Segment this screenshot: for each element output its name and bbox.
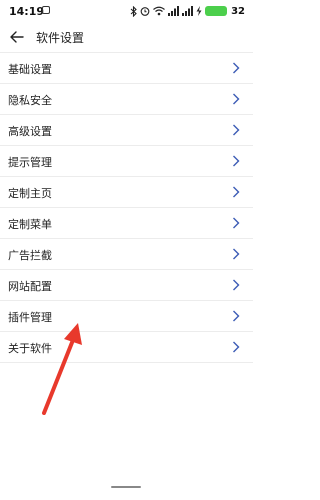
chevron-right-icon [233, 155, 240, 167]
notification-icon [42, 6, 50, 14]
charging-icon [196, 6, 202, 16]
menu-item-privacy-security[interactable]: 隐私安全 [0, 84, 253, 115]
chevron-right-icon [233, 62, 240, 74]
menu-item-about[interactable]: 关于软件 [0, 332, 253, 363]
menu-item-custom-menu[interactable]: 定制菜单 [0, 208, 253, 239]
menu-item-basic-settings[interactable]: 基础设置 [0, 53, 253, 84]
status-bar: 14:19 32 [0, 0, 253, 24]
menu-item-label: 基础设置 [8, 63, 52, 76]
battery-level: 32 [231, 5, 245, 17]
chevron-right-icon [233, 279, 240, 291]
battery-icon [205, 6, 228, 16]
signal-icon-2 [182, 6, 194, 16]
settings-menu: 基础设置 隐私安全 高级设置 提示管理 定制主页 定制菜单 广告拦截 网站配置 … [0, 52, 253, 363]
alarm-icon [140, 7, 150, 16]
chevron-right-icon [233, 310, 240, 322]
menu-item-label: 广告拦截 [8, 249, 52, 262]
menu-item-label: 高级设置 [8, 125, 52, 138]
page-title: 软件设置 [36, 31, 85, 45]
menu-item-label: 网站配置 [8, 280, 52, 293]
menu-item-prompt-management[interactable]: 提示管理 [0, 146, 253, 177]
annotation-arrow-icon [42, 323, 82, 415]
home-indicator[interactable] [111, 486, 141, 488]
menu-item-label: 隐私安全 [8, 94, 52, 107]
menu-item-ad-blocking[interactable]: 广告拦截 [0, 239, 253, 270]
status-time: 14:19 [9, 5, 45, 18]
menu-item-label: 提示管理 [8, 156, 52, 169]
chevron-right-icon [233, 248, 240, 260]
chevron-right-icon [233, 93, 240, 105]
back-button[interactable] [8, 28, 26, 46]
chevron-right-icon [233, 186, 240, 198]
chevron-right-icon [233, 124, 240, 136]
menu-item-advanced-settings[interactable]: 高级设置 [0, 115, 253, 146]
menu-item-label: 定制主页 [8, 187, 52, 200]
menu-item-custom-homepage[interactable]: 定制主页 [0, 177, 253, 208]
menu-item-site-config[interactable]: 网站配置 [0, 270, 253, 301]
title-bar: 软件设置 [0, 24, 253, 48]
bluetooth-icon [130, 5, 137, 17]
menu-item-plugin-management[interactable]: 插件管理 [0, 301, 253, 332]
status-icons: 32 [130, 4, 245, 18]
signal-icon-1 [168, 6, 180, 16]
menu-item-label: 定制菜单 [8, 218, 52, 231]
chevron-right-icon [233, 217, 240, 229]
wifi-icon [153, 6, 165, 16]
chevron-right-icon [233, 341, 240, 353]
arrow-left-icon [10, 31, 24, 43]
